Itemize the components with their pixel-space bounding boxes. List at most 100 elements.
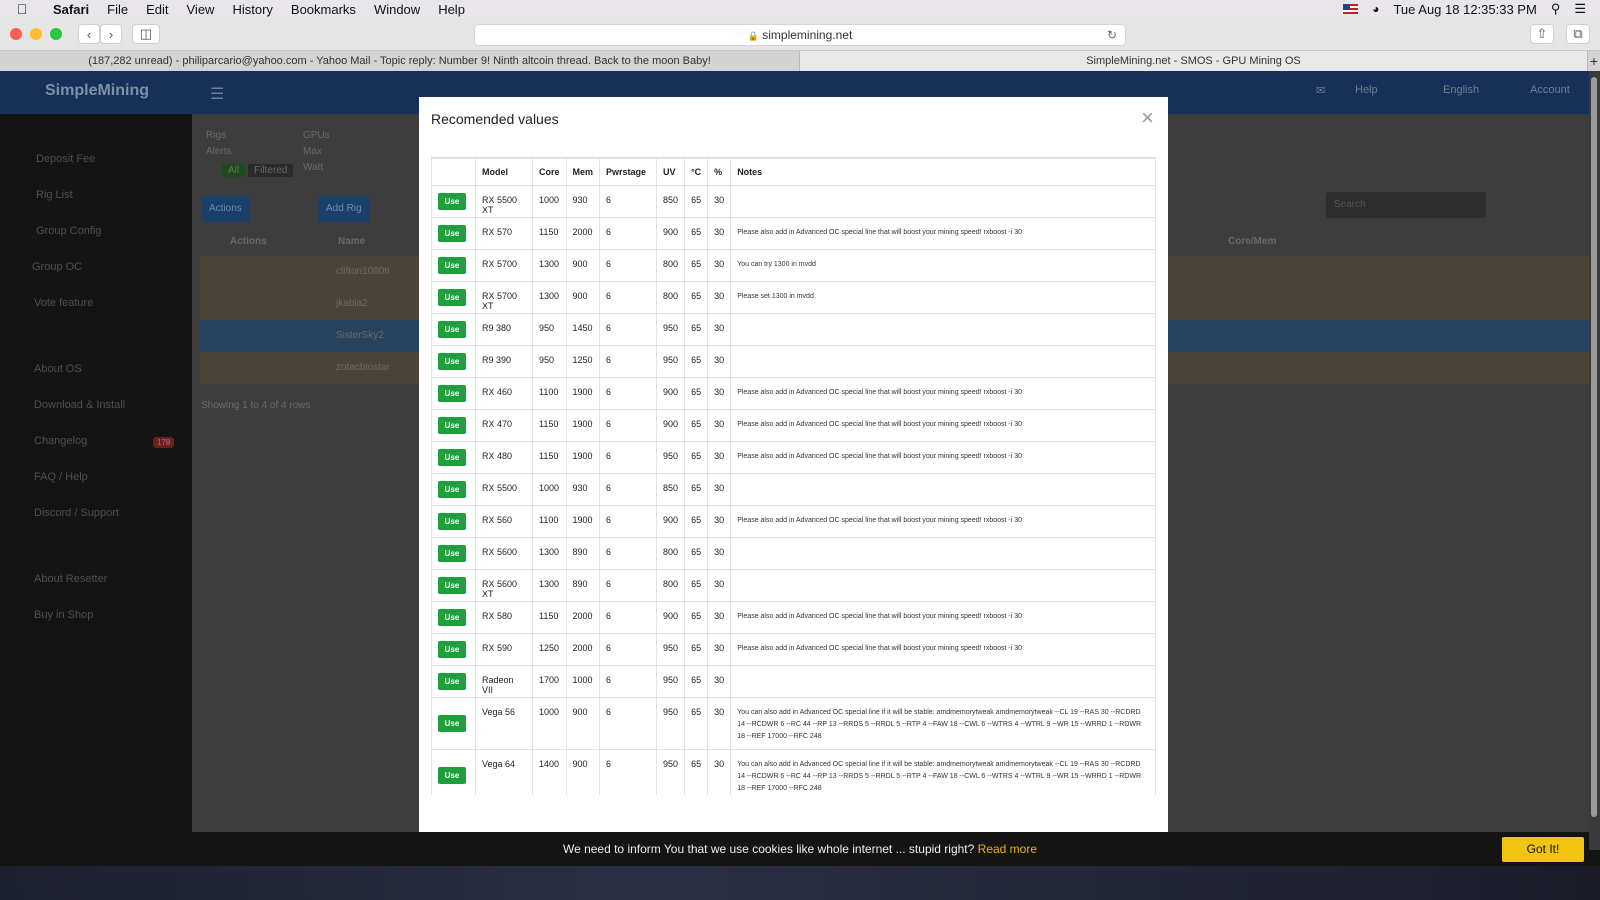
- table-row: Use RX 5500 1000 930 6 850 65 30: [431, 473, 1156, 506]
- sidebar-item-group-config[interactable]: Group Config: [36, 225, 101, 237]
- spotlight-search-icon[interactable]: ⚲: [1551, 1, 1561, 17]
- rig-name[interactable]: SisterSky2: [336, 330, 384, 341]
- use-button[interactable]: Use: [438, 715, 466, 732]
- new-tab-icon[interactable]: +: [1588, 51, 1600, 71]
- use-button[interactable]: Use: [438, 257, 466, 274]
- use-button[interactable]: Use: [438, 577, 466, 594]
- show-tabs-icon[interactable]: ⧉: [1566, 24, 1590, 44]
- page-scrollbar[interactable]: [1589, 71, 1600, 850]
- add-rig-button[interactable]: Add Rig: [318, 196, 370, 222]
- forward-button[interactable]: ›: [100, 24, 122, 44]
- sidebar-item-faq[interactable]: FAQ / Help: [34, 471, 88, 483]
- rig-name[interactable]: zotacbiostar: [336, 362, 390, 373]
- back-button[interactable]: ‹: [78, 24, 100, 44]
- menu-view[interactable]: View: [178, 2, 224, 17]
- col-mem: Mem: [565, 158, 601, 186]
- use-button[interactable]: Use: [438, 289, 466, 306]
- use-button[interactable]: Use: [438, 481, 466, 498]
- uv-cell: 950: [656, 345, 686, 378]
- close-icon[interactable]: ×: [1141, 105, 1154, 131]
- close-window-button[interactable]: [10, 28, 22, 40]
- menu-history[interactable]: History: [223, 2, 281, 17]
- sidebar-item-rig-list[interactable]: Rig List: [36, 189, 73, 201]
- sidebar-item-shop[interactable]: Buy in Shop: [34, 609, 93, 621]
- menu-edit[interactable]: Edit: [137, 2, 177, 17]
- tab-simplemining[interactable]: SimpleMining.net - SMOS - GPU Mining OS: [800, 51, 1588, 71]
- use-button[interactable]: Use: [438, 193, 466, 210]
- use-button[interactable]: Use: [438, 353, 466, 370]
- sidebar-item-group-oc[interactable]: Group OC: [32, 261, 82, 273]
- hamburger-icon[interactable]: ☰: [210, 84, 224, 104]
- filter-filtered[interactable]: Filtered: [248, 164, 294, 177]
- model-cell: R9 390: [475, 345, 533, 378]
- use-button[interactable]: Use: [438, 545, 466, 562]
- pwrstage-cell: 6: [599, 377, 658, 410]
- sidebar-item-discord[interactable]: Discord / Support: [34, 507, 119, 519]
- sidebar-item-deposit-fee[interactable]: Deposit Fee: [36, 153, 95, 165]
- minimize-window-button[interactable]: [30, 28, 42, 40]
- percent-cell: 30: [707, 409, 732, 442]
- tab-yahoo-mail[interactable]: (187,282 unread) - philiparcario@yahoo.c…: [0, 51, 800, 71]
- model-cell: RX 5600: [475, 537, 533, 570]
- model-cell: Vega 56: [475, 697, 533, 750]
- temp-cell: 65: [684, 281, 709, 314]
- menu-bookmarks[interactable]: Bookmarks: [282, 2, 365, 17]
- use-button[interactable]: Use: [438, 609, 466, 626]
- nav-language[interactable]: English: [1443, 84, 1479, 96]
- use-button[interactable]: Use: [438, 321, 466, 338]
- menu-safari[interactable]: Safari: [44, 2, 98, 17]
- rig-name[interactable]: clifton1080ti: [336, 266, 389, 277]
- sidebar-item-about-resetter[interactable]: About Resetter: [34, 573, 107, 585]
- table-row: Use RX 470 1150 1900 6 900 65 30 Please also add…: [431, 409, 1156, 442]
- sidebar-item-about-os[interactable]: About OS: [34, 363, 82, 375]
- core-cell: 1300: [532, 569, 567, 602]
- rig-name[interactable]: jkabia2: [336, 298, 368, 309]
- scrollbar-thumb[interactable]: [1591, 77, 1597, 817]
- uv-cell: 950: [656, 749, 686, 795]
- cookie-banner: We need to inform You that we use cookie…: [0, 832, 1600, 866]
- menu-file[interactable]: File: [98, 2, 137, 17]
- actions-button[interactable]: Actions: [201, 196, 250, 222]
- use-button[interactable]: Use: [438, 225, 466, 242]
- menu-window[interactable]: Window: [365, 2, 429, 17]
- sidebar-item-changelog[interactable]: Changelog: [34, 435, 87, 447]
- menubar-clock[interactable]: Tue Aug 18 12:35:33 PM: [1393, 2, 1536, 17]
- use-button[interactable]: Use: [438, 513, 466, 530]
- menu-help[interactable]: Help: [429, 2, 474, 17]
- use-button[interactable]: Use: [438, 449, 466, 466]
- pwrstage-cell: 6: [599, 697, 658, 750]
- nav-help[interactable]: Help: [1355, 84, 1378, 96]
- us-flag-icon[interactable]: [1343, 4, 1359, 14]
- use-button[interactable]: Use: [438, 767, 466, 784]
- sidebar-item-vote[interactable]: Vote feature: [34, 297, 93, 309]
- use-button[interactable]: Use: [438, 417, 466, 434]
- apple-icon[interactable]: : [0, 1, 44, 17]
- mail-icon[interactable]: ✉: [1316, 84, 1325, 97]
- notification-center-icon[interactable]: ☰: [1574, 1, 1586, 17]
- temp-cell: 65: [684, 537, 709, 570]
- share-icon[interactable]: ⇧: [1530, 24, 1554, 44]
- site-logo[interactable]: SimpleMining: [45, 82, 149, 100]
- percent-cell: 30: [707, 601, 732, 634]
- filter-all[interactable]: All: [222, 164, 246, 177]
- table-row: Use RX 5700 1300 900 6 800 65 30 You can try 130…: [431, 249, 1156, 282]
- use-cell: Use: [431, 249, 476, 282]
- use-cell: Use: [431, 537, 476, 570]
- search-input[interactable]: Search: [1326, 192, 1486, 218]
- sidebar-item-download[interactable]: Download & Install: [34, 399, 125, 411]
- got-it-button[interactable]: Got It!: [1502, 837, 1584, 862]
- zoom-window-button[interactable]: [50, 28, 62, 40]
- sidebar-toggle-icon[interactable]: ◫: [132, 24, 160, 44]
- model-cell: RX 580: [475, 601, 533, 634]
- model-cell: RX 5700 XT: [475, 281, 533, 314]
- reload-icon[interactable]: ↻: [1107, 25, 1117, 45]
- use-button[interactable]: Use: [438, 385, 466, 402]
- mem-cell: 1900: [565, 377, 601, 410]
- read-more-link[interactable]: Read more: [978, 842, 1037, 856]
- pwrstage-cell: 6: [599, 601, 658, 634]
- nav-account[interactable]: Account: [1530, 84, 1570, 96]
- use-button[interactable]: Use: [438, 673, 466, 690]
- wifi-icon[interactable]: ◕: [1372, 2, 1379, 16]
- address-bar[interactable]: 🔒 simplemining.net ↻: [474, 24, 1126, 46]
- use-button[interactable]: Use: [438, 641, 466, 658]
